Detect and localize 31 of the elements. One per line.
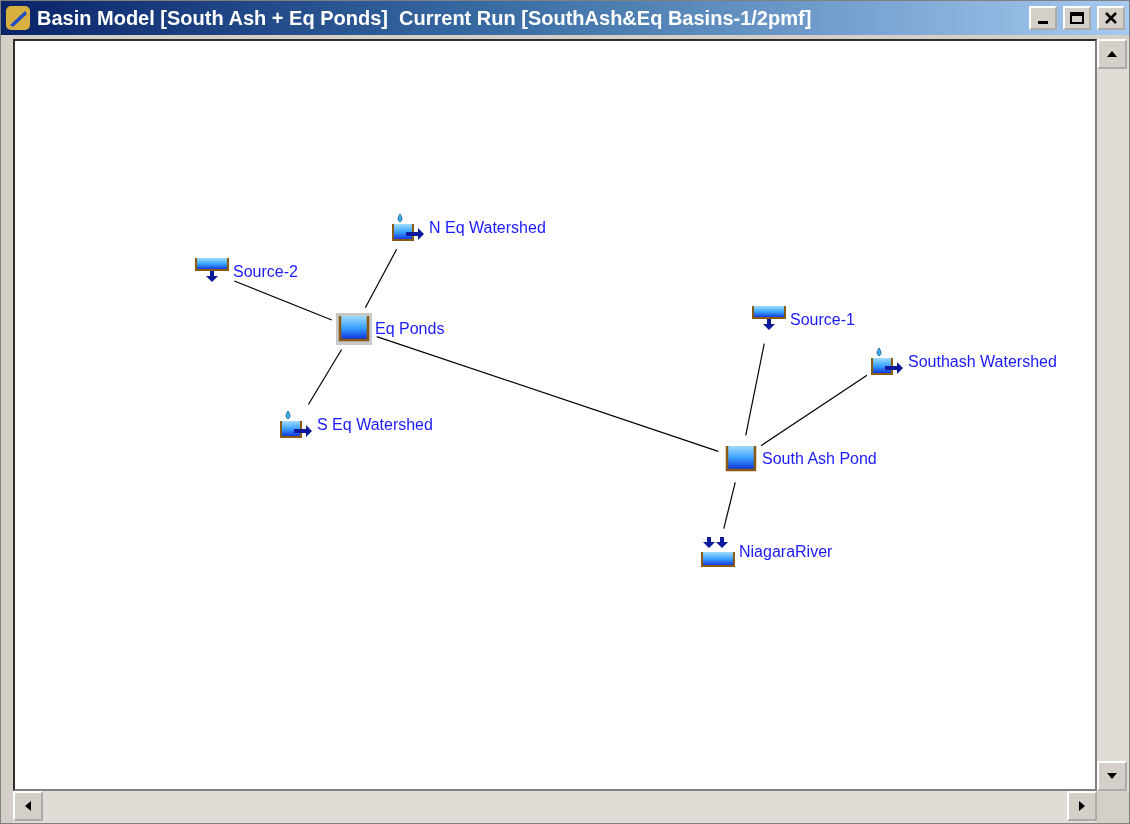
- element-label[interactable]: N Eq Watershed: [429, 220, 546, 236]
- element-label[interactable]: Source-1: [790, 312, 855, 328]
- connector-line[interactable]: [745, 342, 765, 437]
- scroll-down-button[interactable]: [1097, 761, 1127, 791]
- minimize-icon: [1038, 21, 1048, 24]
- element-label[interactable]: Eq Ponds: [375, 321, 445, 337]
- connector-line[interactable]: [364, 248, 398, 309]
- maximize-button[interactable]: [1063, 6, 1091, 30]
- element-label[interactable]: Southash Watershed: [908, 354, 1057, 370]
- element-label[interactable]: S Eq Watershed: [317, 417, 433, 433]
- close-button[interactable]: [1097, 6, 1125, 30]
- close-icon: [1105, 12, 1117, 24]
- element-label[interactable]: South Ash Pond: [762, 451, 877, 467]
- left-arrow-icon: [25, 801, 31, 811]
- minimize-button[interactable]: [1029, 6, 1057, 30]
- scroll-up-button[interactable]: [1097, 39, 1127, 69]
- maximize-icon: [1070, 12, 1084, 24]
- element-label[interactable]: Source-2: [233, 264, 298, 280]
- scroll-left-button[interactable]: [13, 791, 43, 821]
- app-icon: [5, 5, 31, 31]
- element-label[interactable]: NiagaraRiver: [739, 544, 833, 560]
- connector-line[interactable]: [723, 481, 736, 530]
- horizontal-scrollbar[interactable]: [13, 791, 1097, 823]
- vertical-scrollbar[interactable]: [1097, 39, 1129, 791]
- window-title: Basin Model [South Ash + Eq Ponds] Current Run [SouthAsh&Eq Basins-1/2pmf]: [37, 6, 813, 30]
- up-arrow-icon: [1107, 51, 1117, 57]
- scroll-right-button[interactable]: [1067, 791, 1097, 821]
- connector-line[interactable]: [233, 280, 333, 321]
- right-arrow-icon: [1079, 801, 1085, 811]
- down-arrow-icon: [1107, 773, 1117, 779]
- connector-line[interactable]: [307, 348, 343, 406]
